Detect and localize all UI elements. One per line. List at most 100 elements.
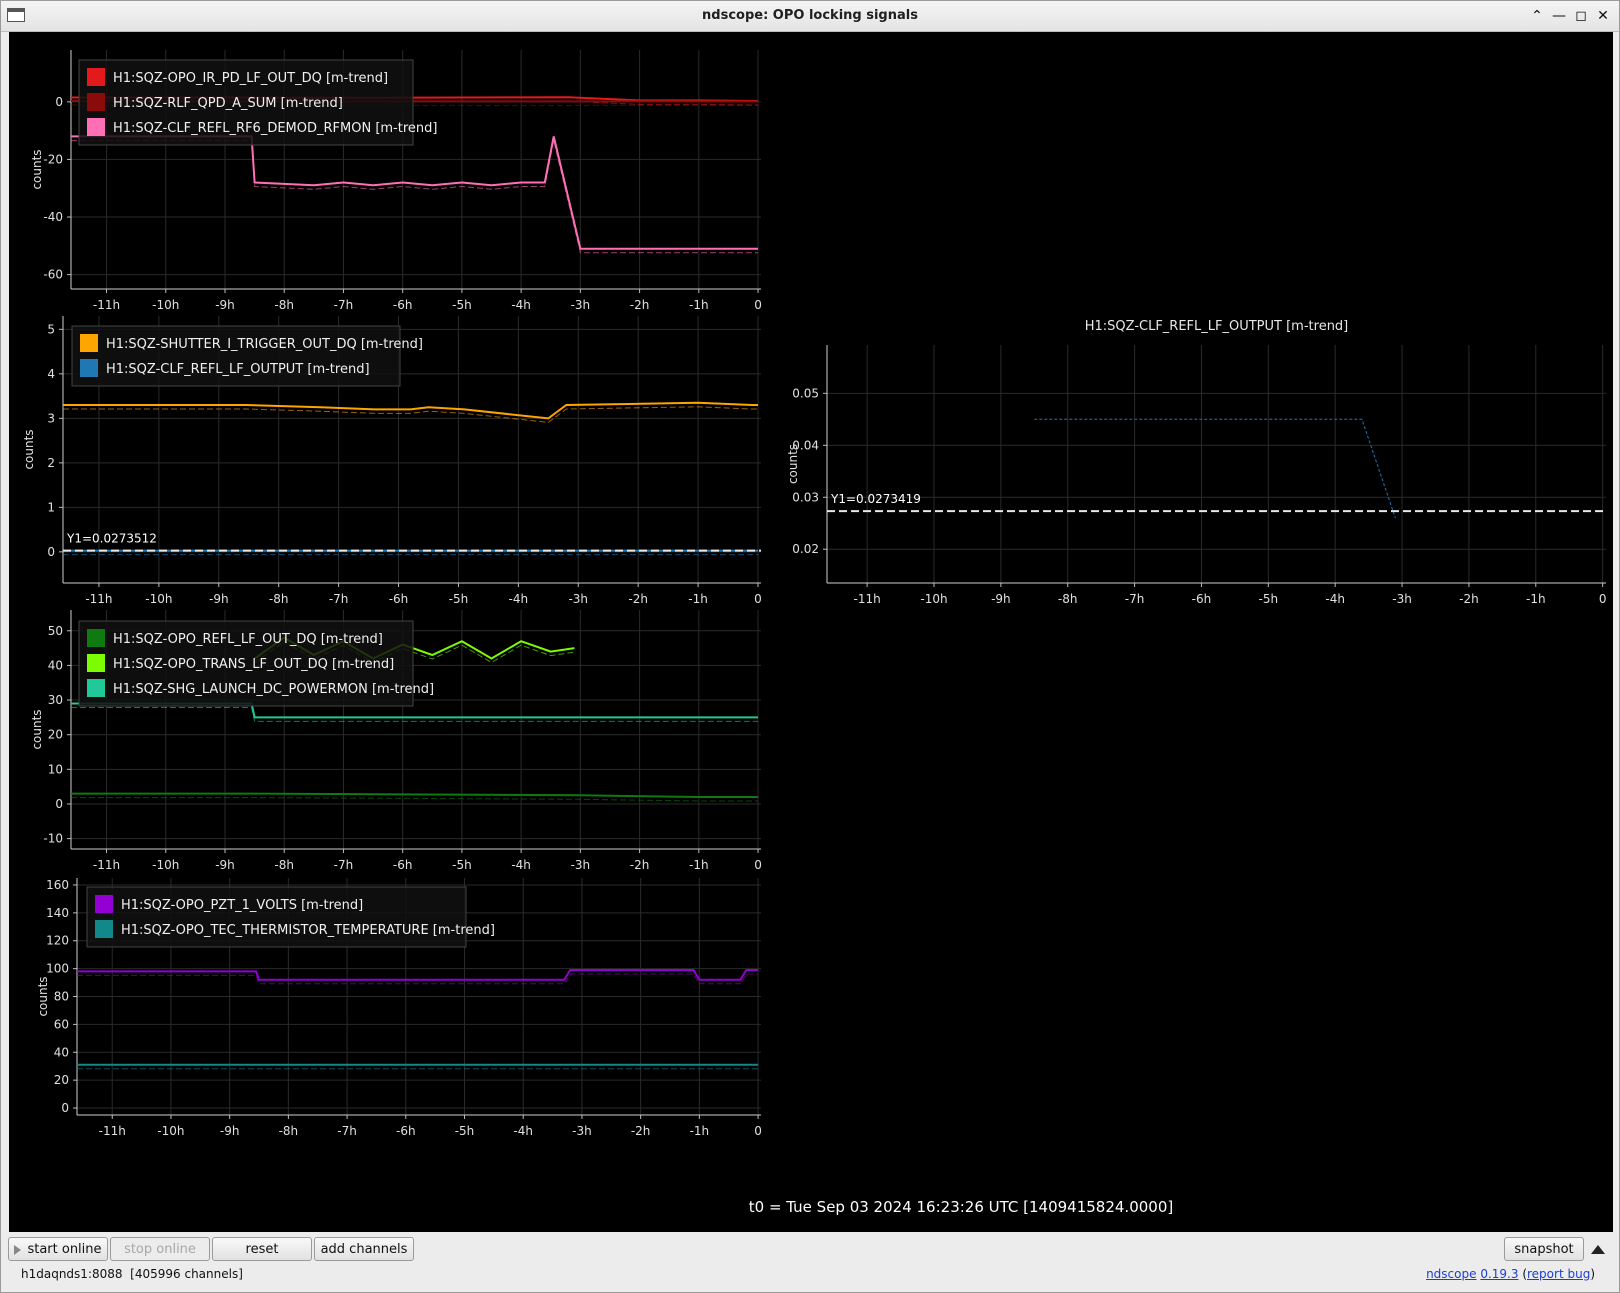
y-tick-label: 160	[46, 878, 69, 892]
x-tick-label: -8h	[274, 298, 294, 312]
y-axis-label: counts	[786, 444, 800, 484]
chart-title: H1:SQZ-CLF_REFL_LF_OUTPUT [m-trend]	[1085, 319, 1349, 334]
x-tick-label: -9h	[220, 1124, 240, 1138]
legend-entry: H1:SQZ-SHUTTER_I_TRIGGER_OUT_DQ [m-trend…	[106, 337, 423, 352]
legend-entry: H1:SQZ-OPO_TRANS_LF_OUT_DQ [m-trend]	[113, 657, 394, 672]
x-tick-label: -2h	[631, 1124, 651, 1138]
legend-swatch	[87, 93, 105, 111]
chart-panel-3: -11h -10h -9h -8h -7h -6h -5h -4h -3h -2h -1h 0 160 1…	[36, 878, 762, 1138]
x-tick-label: -7h	[334, 298, 354, 312]
stop-online-button[interactable]: stop online	[110, 1237, 210, 1261]
status-version: ndscope 0.19.3 (report bug)	[1426, 1267, 1595, 1281]
legend-entry: H1:SQZ-CLF_REFL_LF_OUTPUT [m-trend]	[106, 362, 370, 377]
minimize-icon[interactable]: —	[1549, 6, 1569, 26]
x-tick-label: -10h	[157, 1124, 184, 1138]
legend-swatch	[87, 629, 105, 647]
x-tick-label: -2h	[630, 858, 650, 872]
y-tick-label: 0.05	[792, 386, 819, 400]
x-tick-label: -11h	[93, 298, 120, 312]
legend-swatch	[87, 654, 105, 672]
x-tick-label: -6h	[393, 298, 413, 312]
chart-panel-2: -11h -10h -9h -8h -7h -6h -5h -4h -3h -2h -1h 0 50 40…	[30, 610, 762, 872]
reset-button[interactable]: reset	[212, 1237, 312, 1261]
cursor-label: Y1=0.0273512	[66, 532, 157, 546]
legend-box	[71, 325, 401, 387]
chart-panel-0: -11h -10h -9h -8h -7h -6h -5h -4h -3h -2h -1h 0 0 -20…	[30, 50, 762, 312]
y-axis-label: counts	[30, 709, 44, 749]
snapshot-button[interactable]: snapshot	[1504, 1237, 1584, 1261]
y-tick-label: 120	[46, 934, 69, 948]
x-tick-label: -11h	[85, 592, 112, 606]
legend-swatch	[80, 334, 98, 352]
add-channels-label: add channels	[320, 1242, 408, 1257]
x-tick-label: -8h	[274, 858, 294, 872]
window-title: ndscope: OPO locking signals	[702, 8, 918, 23]
x-tick-label: -7h	[337, 1124, 357, 1138]
x-tick-label: -4h	[511, 858, 531, 872]
x-tick-label: -8h	[269, 592, 289, 606]
x-tick-label: 0	[754, 1124, 762, 1138]
start-online-label: start online	[27, 1242, 102, 1257]
start-online-button[interactable]: start online	[8, 1237, 108, 1261]
y-tick-label: 80	[54, 990, 69, 1004]
report-bug-link[interactable]: report bug	[1527, 1267, 1590, 1281]
y-tick-label: -20	[43, 152, 63, 166]
legend-entry: H1:SQZ-RLF_QPD_A_SUM [m-trend]	[113, 96, 343, 111]
legend-box	[86, 886, 467, 948]
collapse-up-icon[interactable]	[1591, 1245, 1605, 1254]
x-tick-label: -7h	[1125, 592, 1145, 606]
x-tick-label: -1h	[690, 1124, 710, 1138]
server-address: h1daqnds1:8088	[21, 1267, 123, 1281]
x-tick-label: -10h	[920, 592, 947, 606]
series-envelope	[71, 797, 758, 802]
y-tick-label: 0	[55, 797, 63, 811]
snapshot-label: snapshot	[1514, 1242, 1574, 1257]
y-tick-label: 20	[48, 728, 63, 742]
y-tick-label: 3	[47, 411, 55, 425]
y-tick-label: 50	[48, 624, 63, 638]
y-tick-label: 100	[46, 962, 69, 976]
x-tick-label: -6h	[393, 858, 413, 872]
x-tick-label: -11h	[99, 1124, 126, 1138]
plot-area: t0 = Tue Sep 03 2024 16:23:26 UTC [14094…	[9, 32, 1613, 1232]
x-tick-label: -11h	[93, 858, 120, 872]
legend-entry: H1:SQZ-OPO_PZT_1_VOLTS [m-trend]	[121, 898, 363, 913]
maximize-icon[interactable]: ◻	[1571, 6, 1591, 26]
x-tick-label: -3h	[568, 592, 588, 606]
legend-swatch	[95, 920, 113, 938]
x-tick-label: -2h	[630, 298, 650, 312]
x-tick-label: -5h	[455, 1124, 475, 1138]
x-tick-label: -5h	[452, 858, 472, 872]
x-tick-label: 0	[754, 592, 762, 606]
y-tick-label: 20	[54, 1073, 69, 1087]
series-line	[71, 792, 758, 798]
legend-swatch	[80, 359, 98, 377]
y-tick-label: 2	[47, 456, 55, 470]
keep-above-icon[interactable]: ⌃	[1527, 6, 1547, 26]
y-tick-label: -10	[43, 832, 63, 846]
x-tick-label: -9h	[209, 592, 229, 606]
x-tick-label: -4h	[1325, 592, 1345, 606]
x-tick-label: -9h	[991, 592, 1011, 606]
close-icon[interactable]: ✕	[1593, 6, 1613, 26]
channel-count: [405996 channels]	[130, 1267, 243, 1281]
x-tick-label: -10h	[152, 298, 179, 312]
y-tick-label: 10	[48, 762, 63, 776]
x-tick-label: -3h	[572, 1124, 592, 1138]
status-server: h1daqnds1:8088 [405996 channels]	[21, 1267, 243, 1281]
series-line	[1034, 418, 1396, 519]
t0-label: t0 = Tue Sep 03 2024 16:23:26 UTC [14094…	[749, 1198, 1173, 1216]
version-link[interactable]: 0.19.3	[1480, 1267, 1518, 1281]
x-tick-label: -5h	[449, 592, 469, 606]
y-axis-label: counts	[22, 429, 36, 469]
y-tick-label: 40	[48, 658, 63, 672]
y-tick-label: 1	[47, 500, 55, 514]
x-tick-label: -1h	[689, 858, 709, 872]
scope-canvas[interactable]: t0 = Tue Sep 03 2024 16:23:26 UTC [14094…	[9, 32, 1613, 1232]
legend-swatch	[87, 68, 105, 86]
x-tick-label: -9h	[215, 858, 235, 872]
y-tick-label: 140	[46, 906, 69, 920]
play-icon	[14, 1244, 22, 1255]
add-channels-button[interactable]: add channels	[314, 1237, 414, 1261]
ndscope-link[interactable]: ndscope	[1426, 1267, 1476, 1281]
